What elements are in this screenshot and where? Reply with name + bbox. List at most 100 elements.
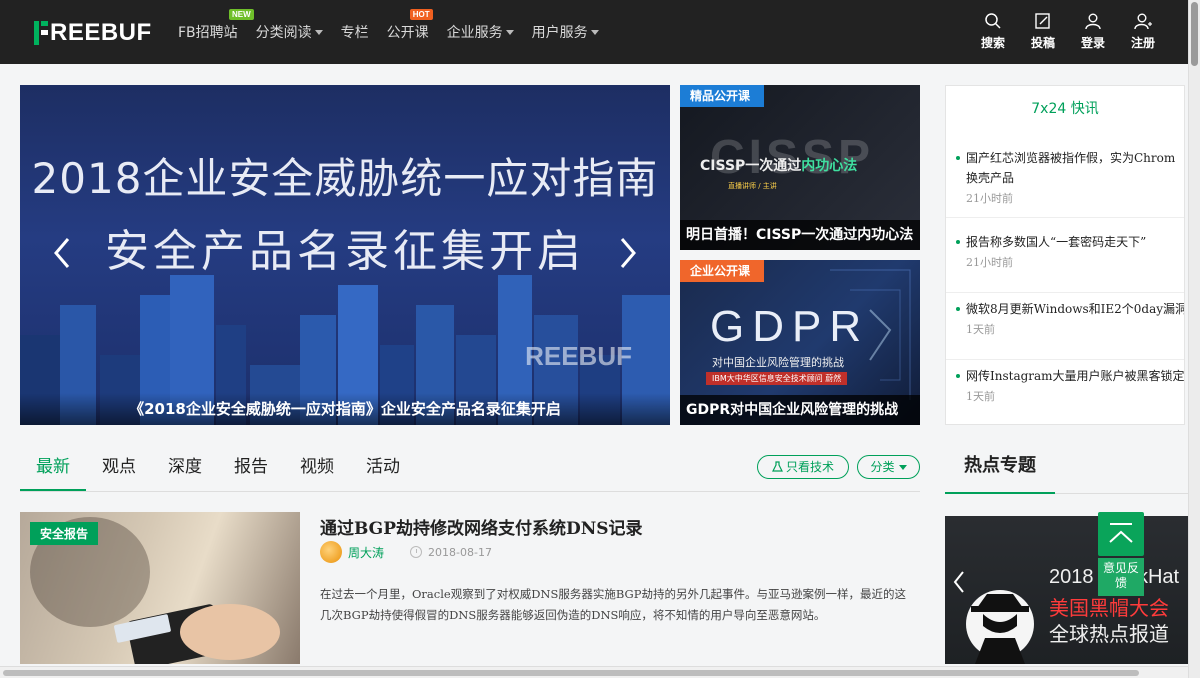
- flask-icon: [772, 461, 783, 472]
- article-title[interactable]: 通过BGP劫持修改网络支付系统DNS记录: [320, 514, 643, 539]
- card-headline: CISSP一次通过内功心法: [700, 155, 857, 175]
- card-caption: GDPR对中国企业风险管理的挑战: [680, 395, 920, 425]
- bullet-icon: [956, 156, 960, 160]
- nav-open-course[interactable]: 公开课 HOT: [386, 9, 433, 42]
- search-icon: [985, 13, 1001, 29]
- tool-label: 投稿: [1030, 36, 1055, 50]
- search-button[interactable]: 搜索: [968, 12, 1018, 51]
- flash-item[interactable]: 网传Instagram大量用户账户被黑客锁定 1天前: [946, 360, 1185, 424]
- tool-label: 搜索: [980, 36, 1005, 50]
- hot-topic-line-3: 全球热点报道: [1049, 622, 1169, 646]
- course-card-gdpr[interactable]: GDPR 对中国企业风险管理的挑战 IBM大中华区信息安全技术顾问 蔚然 企业公…: [680, 260, 920, 425]
- chevron-left-icon[interactable]: [52, 235, 72, 271]
- card-bg-text: GDPR: [710, 302, 870, 351]
- nav-enterprise-service[interactable]: 企业服务: [447, 22, 514, 42]
- submit-article-button[interactable]: 投稿: [1018, 12, 1068, 51]
- banner-caption: 《2018企业安全威胁统一应对指南》企业安全产品名录征集开启: [20, 393, 670, 425]
- tab-latest[interactable]: 最新: [20, 448, 86, 491]
- banner-headline-2: 安全产品名录征集开启: [105, 226, 585, 277]
- card-caption: 明日首播！CISSP一次通过内功心法: [680, 220, 920, 250]
- tab-depth[interactable]: 深度: [152, 448, 218, 491]
- article-summary: 在过去一个月里，Oracle观察到了对权威DNS服务器实施BGP劫持的另外几起事…: [320, 587, 906, 622]
- flash-text: 微软8月更新Windows和IE2个0day漏洞: [966, 302, 1185, 316]
- flash-time: 21小时前: [966, 256, 1013, 269]
- banner-watermark-logo: REEBUF: [525, 341, 632, 371]
- flash-time: 21小时前: [966, 192, 1013, 205]
- article-tabs: 最新 观点 深度 报告 视频 活动 只看技术 分类: [20, 448, 920, 492]
- flash-news-panel: 7x24 快讯 国产红芯浏览器被指作假，实为Chrom 换壳产品 21小时前 报…: [945, 85, 1185, 425]
- clock-icon: [410, 546, 423, 558]
- article-meta: 周大涛 2018-08-17: [320, 541, 492, 563]
- flash-text: 换壳产品: [966, 171, 1015, 185]
- hacker-silhouette-icon: [966, 590, 1034, 664]
- chevron-down-icon: [314, 29, 323, 35]
- course-card-cissp[interactable]: CISSP CISSP一次通过内功心法 直播讲师 / 主讲 精品公开课 明日首播…: [680, 85, 920, 250]
- user-icon: [1085, 13, 1101, 30]
- chevron-down-icon: [590, 29, 599, 35]
- nav-label: 公开课: [386, 25, 429, 41]
- tech-only-button[interactable]: 只看技术: [757, 455, 849, 479]
- bullet-icon: [956, 374, 960, 378]
- headline-highlight: 内功心法: [801, 158, 858, 174]
- tab-event[interactable]: 活动: [350, 448, 416, 491]
- chevron-right-icon[interactable]: [618, 235, 638, 271]
- category-dropdown[interactable]: 分类: [857, 455, 920, 479]
- back-to-top-button[interactable]: [1098, 512, 1144, 556]
- flash-item[interactable]: 报告称多数国人“一套密码走天下” 21小时前: [946, 226, 1184, 293]
- chevron-down-icon: [505, 29, 514, 35]
- card-subtitle: 对中国企业风险管理的挑战: [712, 356, 844, 369]
- scroll-thumb[interactable]: [3, 670, 1139, 676]
- tab-report[interactable]: 报告: [218, 448, 284, 491]
- pill-label: 分类: [870, 460, 895, 474]
- hot-topic-line-2: 美国黑帽大会: [1049, 596, 1169, 620]
- tab-opinion[interactable]: 观点: [86, 448, 152, 491]
- article-thumbnail[interactable]: 安全报告: [20, 512, 300, 664]
- nav-user-service[interactable]: 用户服务: [532, 22, 599, 42]
- avatar[interactable]: [320, 541, 342, 563]
- login-button[interactable]: 登录: [1068, 12, 1118, 51]
- nav-label: 专栏: [340, 25, 369, 41]
- flash-text: 国产红芯浏览器被指作假，实为Chrom: [966, 151, 1176, 165]
- hot-topic-banner[interactable]: 2018 BlackHat 美国黑帽大会 全球热点报道: [945, 516, 1188, 664]
- flash-item[interactable]: 微软8月更新Windows和IE2个0day漏洞 1天前: [946, 293, 1185, 360]
- nav-fb-recruit[interactable]: FB招聘站 NEW: [178, 9, 254, 42]
- flash-item[interactable]: 国产红芯浏览器被指作假，实为Chrom 换壳产品 21小时前: [946, 142, 1184, 218]
- top-header: REEBUF FB招聘站 NEW 分类阅读 专栏 公开课 HOT 企业服务 用户…: [0, 0, 1188, 64]
- card-speaker: IBM大中华区信息安全技术顾问 蔚然: [706, 372, 848, 385]
- feedback-button[interactable]: 意见反馈: [1098, 558, 1144, 596]
- nav-column[interactable]: 专栏: [341, 22, 369, 42]
- nav-category-read[interactable]: 分类阅读: [256, 22, 323, 42]
- tool-label: 注册: [1130, 36, 1155, 50]
- flash-text: 报告称多数国人“一套密码走天下”: [966, 235, 1147, 249]
- horizontal-scrollbar[interactable]: [0, 666, 1188, 678]
- bullet-icon: [956, 240, 960, 244]
- flash-time: 1天前: [966, 390, 995, 403]
- main-banner[interactable]: 2018企业安全威胁统一应对指南 安全产品名录征集开启 REEBUF 《2018…: [20, 85, 670, 425]
- nav-label: FB招聘站: [178, 25, 238, 41]
- card-tag: 精品公开课: [680, 85, 765, 107]
- tool-label: 登录: [1080, 36, 1105, 50]
- pill-label: 只看技术: [785, 460, 834, 474]
- chevron-left-icon[interactable]: [953, 570, 965, 594]
- vertical-scrollbar[interactable]: [1188, 0, 1200, 678]
- hot-badge: HOT: [409, 9, 433, 20]
- author-name[interactable]: 周大涛: [348, 544, 384, 561]
- header-tools: 搜索 投稿 登录 注册: [968, 12, 1168, 51]
- headline-prefix: CISSP一次通过: [700, 158, 802, 174]
- tab-video[interactable]: 视频: [284, 448, 350, 491]
- article-date: 2018-08-17: [428, 545, 492, 559]
- hot-topics-header: 热点专题: [945, 448, 1188, 494]
- chevron-down-icon: [898, 465, 907, 470]
- article-tag: 安全报告: [30, 522, 99, 545]
- scroll-thumb[interactable]: [1191, 2, 1198, 66]
- card-subtitle: 直播讲师 / 主讲: [728, 182, 777, 190]
- register-button[interactable]: 注册: [1118, 12, 1168, 51]
- banner-headline-1: 2018企业安全威胁统一应对指南: [31, 154, 659, 203]
- logo-mark-icon: [34, 21, 48, 45]
- flash-title: 7x24 快讯: [1031, 101, 1099, 117]
- bullet-icon: [956, 307, 960, 311]
- flash-text: 网传Instagram大量用户账户被黑客锁定: [966, 369, 1185, 383]
- card-tag: 企业公开课: [680, 260, 765, 282]
- freebuf-logo[interactable]: REEBUF: [34, 19, 152, 46]
- user-add-icon: [1134, 13, 1152, 30]
